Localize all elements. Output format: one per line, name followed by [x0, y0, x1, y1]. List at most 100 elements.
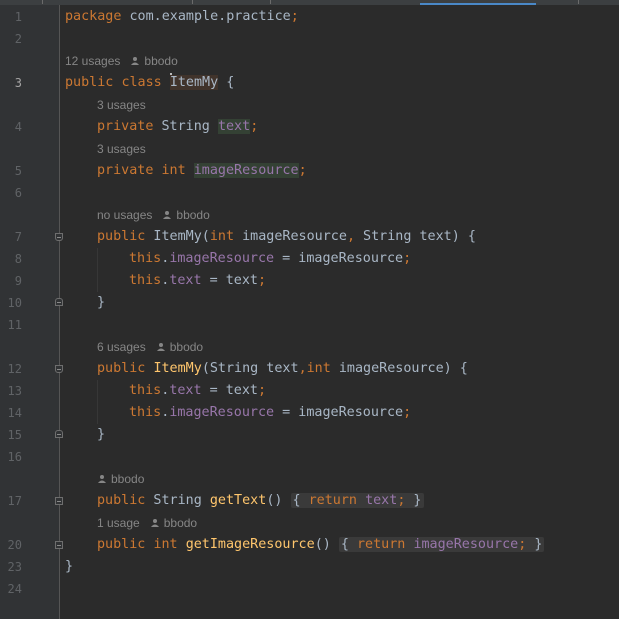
class-name[interactable]: ItemMy: [169, 75, 219, 90]
person-icon: [98, 475, 106, 483]
fold-marker-icon[interactable]: [55, 298, 63, 306]
fold-marker-icon[interactable]: [55, 430, 63, 438]
usages-hint[interactable]: 3 usages: [97, 138, 146, 160]
keyword: public: [97, 493, 146, 508]
code-line-constructor-2[interactable]: public ItemMy(String text,int imageResou…: [97, 358, 468, 380]
param: imageResource: [234, 229, 347, 244]
code-line-field-image[interactable]: private int imageResource;: [97, 160, 307, 182]
usages-count: 1 usage: [97, 516, 140, 530]
field-name[interactable]: imageResource: [193, 163, 299, 178]
brace: {: [292, 493, 309, 508]
brace: }: [97, 295, 106, 310]
keyword: int: [161, 163, 186, 178]
code-line-gettext[interactable]: public String getText() { return text; }: [97, 490, 424, 512]
line-number: 24: [7, 582, 22, 596]
fold-marker-icon[interactable]: [55, 365, 63, 373]
line-number: 20: [7, 538, 22, 552]
usages-count: 3 usages: [97, 98, 146, 112]
code-line-assign[interactable]: this.imageResource = imageResource;: [129, 248, 411, 270]
assignment: = imageResource: [274, 251, 404, 266]
line-number: 14: [7, 406, 22, 420]
author-name: bbodo: [176, 208, 210, 222]
field-name: imageResource: [169, 405, 275, 420]
usages-hint[interactable]: 6 usages bbodo: [97, 336, 203, 358]
type-name: String: [145, 493, 210, 508]
code-line-field-text[interactable]: private String text;: [97, 116, 258, 138]
author-hint[interactable]: bbodo: [97, 468, 144, 490]
usages-hint[interactable]: 12 usages bbodo: [65, 50, 178, 72]
semicolon: ;: [258, 273, 267, 288]
folded-body[interactable]: { return text; }: [290, 493, 424, 508]
tab-divider: [192, 0, 193, 4]
line-number: 23: [7, 560, 22, 574]
keyword: package: [65, 9, 122, 24]
code-line-assign[interactable]: this.text = text;: [129, 270, 266, 292]
code-line-package[interactable]: package com.example.practice;: [65, 6, 299, 28]
keyword: this: [129, 383, 162, 398]
keyword: this: [129, 405, 162, 420]
usages-hint[interactable]: no usages bbodo: [97, 204, 210, 226]
keyword: private: [97, 163, 154, 178]
code-line-class[interactable]: public class ItemMy {: [65, 72, 234, 94]
semicolon: ;: [298, 163, 307, 178]
line-number: 1: [14, 10, 22, 24]
person-icon: [156, 343, 165, 351]
keyword: public: [97, 537, 146, 552]
field-name[interactable]: text: [217, 119, 251, 134]
active-tab-indicator[interactable]: [420, 3, 536, 5]
code-line-assign[interactable]: this.text = text;: [129, 380, 266, 402]
usages-count: 3 usages: [97, 142, 146, 156]
field-name: text: [169, 273, 202, 288]
keyword: public: [97, 361, 146, 376]
param: imageResource) {: [330, 361, 468, 376]
code-line-close-brace[interactable]: }: [97, 424, 105, 446]
line-number: 4: [14, 120, 22, 134]
fold-marker-icon[interactable]: [55, 497, 63, 505]
tab-divider: [42, 0, 43, 4]
keyword: int: [306, 361, 331, 376]
keyword: private: [97, 119, 154, 134]
assignment: = text: [201, 383, 258, 398]
comma: ,: [298, 361, 307, 376]
keyword: int: [209, 229, 235, 244]
indent-guide: [97, 380, 98, 424]
line-number: 11: [7, 318, 22, 332]
code-line-assign[interactable]: this.imageResource = imageResource;: [129, 402, 411, 424]
keyword: int: [153, 537, 178, 552]
assignment: = imageResource: [274, 405, 404, 420]
semicolon: ;: [290, 9, 299, 24]
fold-marker-icon[interactable]: [55, 541, 63, 549]
param: (String text: [201, 361, 299, 376]
brace: }: [526, 537, 543, 552]
assignment: = text: [201, 273, 258, 288]
folded-body[interactable]: { return imageResource; }: [338, 537, 545, 552]
tab-divider: [578, 0, 579, 4]
usages-count: 12 usages: [65, 54, 121, 68]
line-number: 15: [7, 428, 22, 442]
brace: }: [65, 559, 74, 574]
code-line-constructor-1[interactable]: public ItemMy(int imageResource, String …: [97, 226, 476, 248]
code-line-getimageresource[interactable]: public int getImageResource() { return i…: [97, 534, 545, 556]
param: String text) {: [355, 229, 476, 244]
editor-tab-strip: [0, 0, 619, 5]
comma: ,: [346, 229, 355, 244]
code-line-close-brace[interactable]: }: [97, 292, 105, 314]
semicolon: ;: [403, 251, 412, 266]
method-name: getImageResource: [185, 537, 315, 552]
line-number-current: 3: [14, 76, 22, 90]
keyword: this: [129, 273, 162, 288]
line-number: 5: [14, 164, 22, 178]
semicolon: ;: [258, 383, 267, 398]
constructor-name: ItemMy(: [145, 229, 210, 244]
code-line-class-close[interactable]: }: [65, 556, 73, 578]
fold-marker-icon[interactable]: [55, 233, 63, 241]
usages-hint[interactable]: 1 usage bbodo: [97, 512, 197, 534]
field-name: text: [169, 383, 202, 398]
brace: }: [405, 493, 422, 508]
author-name: bbodo: [163, 516, 198, 530]
usages-count: 6 usages: [97, 340, 146, 354]
usages-hint[interactable]: 3 usages: [97, 94, 146, 116]
